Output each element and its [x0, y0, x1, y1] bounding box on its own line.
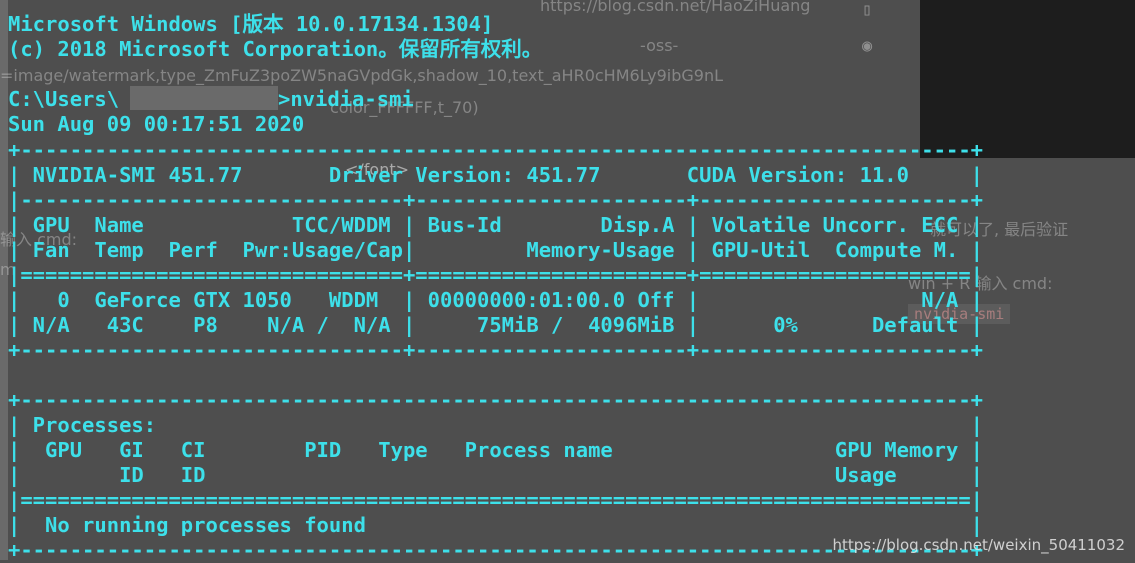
- smi-line: +---------------------------------------…: [8, 388, 984, 412]
- console-header-version: Microsoft Windows [版本 10.0.17134.1304]: [8, 12, 494, 36]
- smi-line: | GPU GI CI PID Type Process name GPU Me…: [8, 438, 984, 462]
- console-timestamp: Sun Aug 09 00:17:51 2020: [8, 112, 305, 136]
- smi-line: | 0 GeForce GTX 1050 WDDM | 00000000:01:…: [8, 288, 984, 312]
- smi-line: | Processes: |: [8, 413, 984, 437]
- smi-line: | NVIDIA-SMI 451.77 Driver Version: 451.…: [8, 163, 984, 187]
- smi-line: | No running processes found |: [8, 513, 984, 537]
- smi-line: +-------------------------------+-------…: [8, 338, 984, 362]
- smi-line: |=======================================…: [8, 488, 984, 512]
- watermark-url: https://blog.csdn.net/weixin_50411032: [832, 536, 1125, 554]
- smi-line: |-------------------------------+-------…: [8, 188, 984, 212]
- console-prompt-command: >nvidia-smi: [278, 87, 414, 111]
- redacted-username: [130, 86, 278, 110]
- smi-line: +---------------------------------------…: [8, 138, 984, 162]
- smi-line: |===============================+=======…: [8, 263, 984, 287]
- smi-line: | N/A 43C P8 N/A / N/A | 75MiB / 4096MiB…: [8, 313, 984, 337]
- smi-line: | GPU Name TCC/WDDM | Bus-Id Disp.A | Vo…: [8, 213, 984, 237]
- terminal-window[interactable]: Microsoft Windows [版本 10.0.17134.1304] (…: [8, 0, 1135, 562]
- smi-line: | ID ID Usage |: [8, 463, 984, 487]
- smi-line: | Fan Temp Perf Pwr:Usage/Cap| Memory-Us…: [8, 238, 984, 262]
- console-header-copyright: (c) 2018 Microsoft Corporation。保留所有权利。: [8, 37, 543, 61]
- console-prompt-prefix: C:\Users\: [8, 87, 120, 111]
